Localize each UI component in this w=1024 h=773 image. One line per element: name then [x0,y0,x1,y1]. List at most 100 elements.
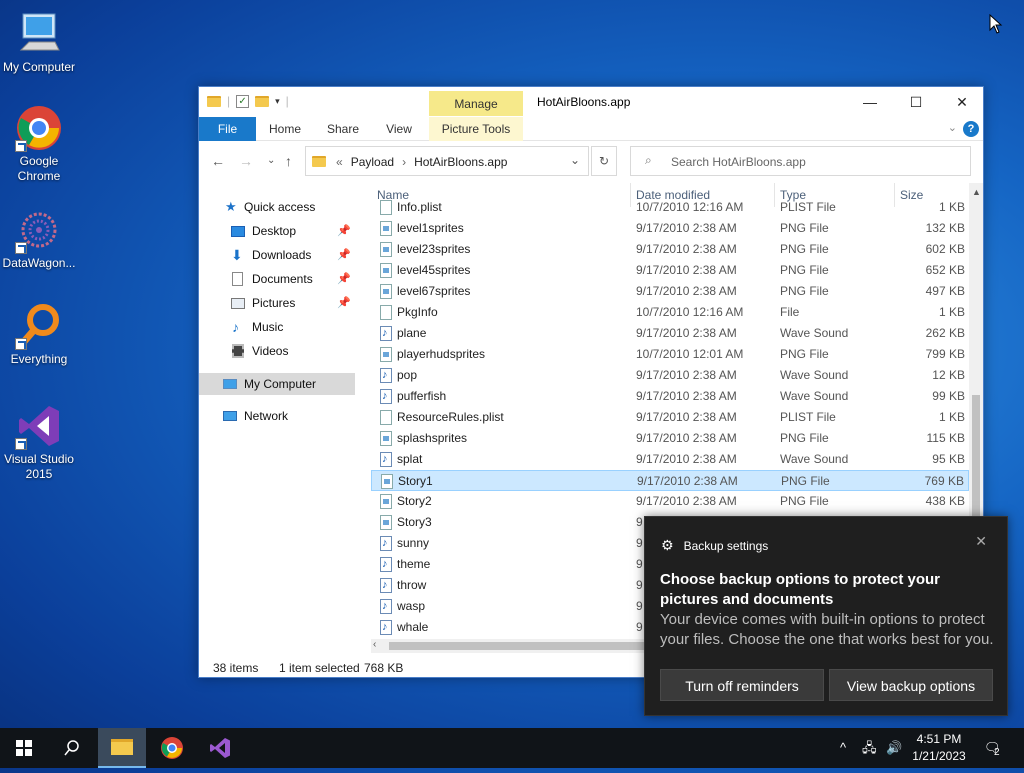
forward-button[interactable]: → [239,153,253,169]
view-backup-options-button[interactable]: View backup options [829,669,993,701]
nav-item-documents[interactable]: Documents 📌 [199,268,355,290]
tab-file[interactable]: File [199,117,256,141]
tab-home[interactable]: Home [265,117,305,141]
nav-item-pictures[interactable]: Pictures 📌 [199,292,355,314]
taskbar-visual-studio[interactable] [196,728,244,768]
breadcrumb-overflow[interactable]: « [336,155,343,169]
notification-count: 2 [994,747,1000,758]
desktop-icon-google-chrome[interactable]: Google Chrome [0,104,78,184]
nav-item-my-computer[interactable]: My Computer [199,373,355,395]
file-row[interactable]: level23sprites 9/17/2010 2:38 AM PNG File 6… [371,239,969,260]
file-name: throw [397,578,427,592]
taskbar-file-explorer[interactable] [98,728,146,768]
nav-item-label: Pictures [252,296,296,310]
pin-icon[interactable]: 📌 [337,268,351,290]
file-row[interactable]: ResourceRules.plist 9/17/2010 2:38 AM PLIS… [371,407,969,428]
file-row[interactable]: playerhudsprites 10/7/2010 12:01 AM PNG Fi… [371,344,969,365]
folder-icon[interactable] [207,95,221,107]
clock[interactable]: 4:51 PM 1/21/2023 [903,731,975,765]
desktop-folder-icon [231,226,245,237]
nav-item-network[interactable]: Network [199,405,355,427]
file-size: 95 KB [932,452,965,466]
nav-item-downloads[interactable]: ⬇ Downloads 📌 [199,244,355,266]
tab-view[interactable]: View [381,117,417,141]
file-row[interactable]: pufferfish 9/17/2010 2:38 AM Wave Sound 99 … [371,386,969,407]
nav-item-music[interactable]: ♪ Music [199,316,355,338]
breadcrumb-item-current[interactable]: HotAirBloons.app [414,155,507,169]
action-center-button[interactable]: 🗨 2 [984,728,1006,768]
qat-dropdown-icon[interactable]: ▾ [275,96,280,107]
search-input[interactable]: ⌕ Search HotAirBloons.app [630,146,971,176]
properties-icon[interactable]: ✓ [236,94,250,108]
nav-item-desktop[interactable]: Desktop 📌 [199,220,355,242]
address-dropdown-icon[interactable]: ⌄ [570,153,580,167]
scroll-left-icon[interactable]: ‹ [373,639,376,650]
file-row[interactable]: plane 9/17/2010 2:38 AM Wave Sound 262 KB [371,323,969,344]
refresh-button[interactable]: ↻ [591,146,617,176]
file-size: 1 KB [938,305,965,319]
documents-icon [232,272,243,286]
file-type: Wave Sound [780,326,849,340]
file-row[interactable]: pop 9/17/2010 2:38 AM Wave Sound 12 KB [371,365,969,386]
file-row-selected[interactable]: Story1 9/17/2010 2:38 AM PNG File 769 KB [371,470,969,491]
shortcut-arrow-icon [15,242,27,254]
file-size: 12 KB [932,368,965,382]
show-hidden-icons-button[interactable]: ^ [840,728,846,768]
close-button[interactable]: ✕ [939,87,985,117]
file-row[interactable]: Story2 9/17/2010 2:38 AM PNG File 438 KB [371,491,969,512]
breadcrumb-item-payload[interactable]: Payload [351,155,394,169]
file-row[interactable]: level67sprites 9/17/2010 2:38 AM PNG File 4… [371,281,969,302]
file-row[interactable]: level1sprites 9/17/2010 2:38 AM PNG File 13… [371,218,969,239]
pin-icon[interactable]: 📌 [337,220,351,242]
start-button[interactable] [0,728,48,768]
desktop-icon-datawagon[interactable]: DataWagon... [0,206,78,271]
file-type: File [780,305,800,319]
scroll-up-icon[interactable]: ▲ [972,187,981,197]
file-row[interactable]: PkgInfo 10/7/2010 12:16 AM File 1 KB [371,302,969,323]
network-status-icon[interactable]: 🖧 [862,728,877,768]
file-date: 10/7/2010 12:16 AM [636,200,744,214]
desktop-icon-visual-studio[interactable]: Visual Studio 2015 [0,402,78,482]
up-button[interactable]: ↑ [285,153,292,169]
address-bar[interactable]: « Payload › HotAirBloons.app ⌄ [305,146,589,176]
file-date: 10/7/2010 12:01 AM [636,347,744,361]
new-folder-icon[interactable] [255,95,270,107]
file-row[interactable]: splashsprites 9/17/2010 2:38 AM PNG File 11… [371,428,969,449]
back-button[interactable]: ← [211,153,225,169]
taskbar-chrome[interactable] [148,728,196,768]
file-type: PNG File [780,263,829,277]
volume-icon[interactable]: 🔊 [886,728,902,768]
search-button[interactable] [48,728,96,768]
desktop-icon-everything[interactable]: Everything [0,302,78,367]
tab-manage[interactable]: Manage [429,91,523,116]
turn-off-reminders-button[interactable]: Turn off reminders [660,669,824,701]
tab-share[interactable]: Share [323,117,363,141]
file-date: 9/17/2010 2:38 AM [636,221,737,235]
nav-item-videos[interactable]: Videos [199,340,355,362]
file-size: 602 KB [925,242,965,256]
maximize-button[interactable]: ☐ [893,87,939,117]
minimize-button[interactable]: — [847,87,893,117]
expand-ribbon-icon[interactable]: ⌄ [948,121,957,134]
toast-close-button[interactable]: ✕ [975,533,987,550]
nav-item-label: Desktop [252,224,297,238]
file-row[interactable]: splat 9/17/2010 2:38 AM Wave Sound 95 KB [371,449,969,470]
pin-icon[interactable]: 📌 [337,292,351,314]
file-type: PLIST File [780,410,836,424]
file-row[interactable]: level45sprites 9/17/2010 2:38 AM PNG File 6… [371,260,969,281]
file-name: PkgInfo [397,305,438,319]
tab-picture-tools[interactable]: Picture Tools [429,117,523,141]
file-name: splat [397,452,423,466]
desktop-icon-my-computer[interactable]: My Computer [0,10,78,75]
file-date: 9/17/2010 2:38 AM [636,494,737,508]
file-type: Wave Sound [780,389,849,403]
recent-locations-button[interactable]: ⌄ [267,155,275,166]
toast-body: Your device comes with built-in options … [660,611,994,648]
help-icon[interactable]: ? [963,121,979,137]
file-size: 1 KB [938,410,965,424]
file-row[interactable]: Info.plist 10/7/2010 12:16 AM PLIST File 1 … [371,197,969,218]
audio-file-icon [380,365,392,386]
pin-icon[interactable]: 📌 [337,244,351,266]
nav-item-quick-access[interactable]: ★ Quick access [199,196,355,218]
gear-icon: ⚙ [661,537,674,553]
